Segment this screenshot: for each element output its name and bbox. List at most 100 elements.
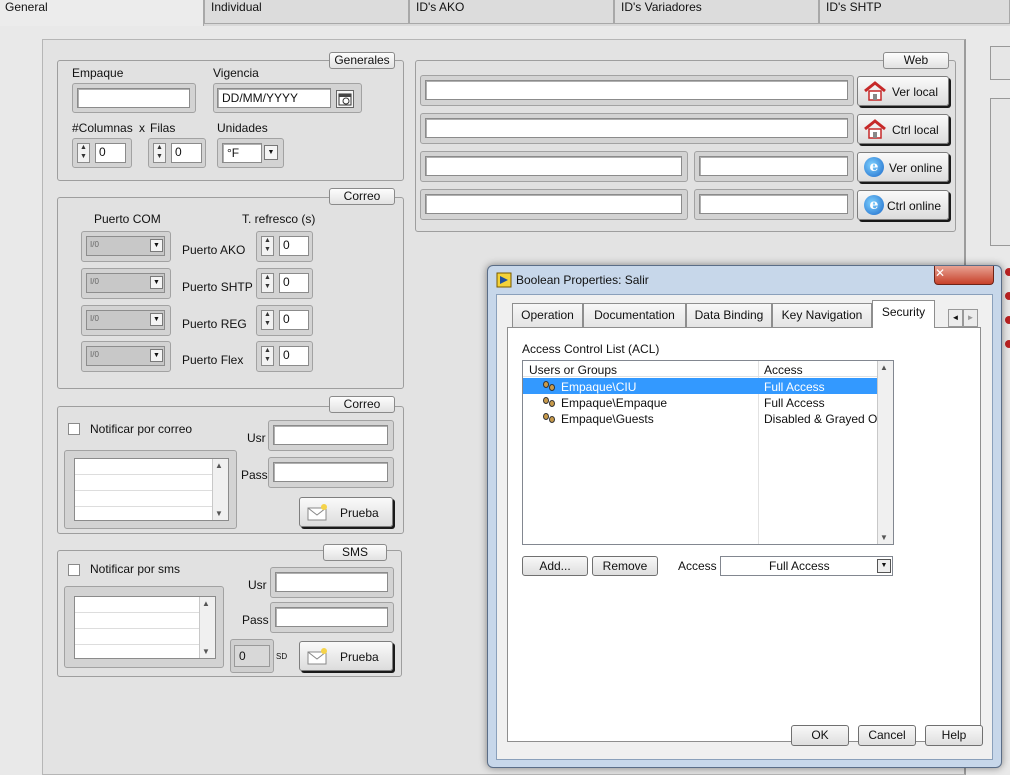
access-select[interactable]: Full Access ▼ bbox=[720, 556, 893, 576]
spin-up-icon[interactable]: ▲ bbox=[262, 311, 273, 320]
sms-usr-input[interactable] bbox=[275, 572, 388, 592]
spin-down-icon[interactable]: ▼ bbox=[154, 153, 165, 162]
correo-prueba-button[interactable]: Prueba bbox=[299, 497, 393, 527]
spin-up-icon[interactable]: ▲ bbox=[154, 144, 165, 153]
spin-up-icon[interactable]: ▲ bbox=[262, 237, 273, 246]
acl-list[interactable]: Users or Groups Access Empaque\CIU Full … bbox=[522, 360, 894, 545]
com-select-reg[interactable]: I/0 ▼ bbox=[86, 310, 165, 330]
scroll-down-icon[interactable]: ▼ bbox=[215, 509, 223, 518]
dialog-tab-security[interactable]: Security bbox=[872, 300, 935, 328]
add-button[interactable]: Add... bbox=[522, 556, 588, 576]
acl-row-access: Full Access bbox=[764, 380, 825, 394]
tab-individual-label: Individual bbox=[211, 0, 262, 14]
tab-general[interactable]: General bbox=[0, 0, 204, 26]
web-port4-input[interactable] bbox=[699, 194, 848, 214]
refresco-spinner-ako[interactable]: ▲ ▼ bbox=[261, 236, 274, 256]
columnas-spinner[interactable]: ▲ ▼ bbox=[77, 143, 90, 163]
scroll-up-icon[interactable]: ▲ bbox=[880, 363, 888, 372]
spin-up-icon[interactable]: ▲ bbox=[78, 144, 89, 153]
web-url1-input[interactable] bbox=[425, 80, 848, 100]
sms-recipients-list[interactable]: ▲ ▼ bbox=[74, 596, 216, 659]
web-url4-input[interactable] bbox=[425, 194, 682, 214]
close-icon[interactable]: ✕ bbox=[934, 266, 994, 285]
com-select-flex[interactable]: I/0 ▼ bbox=[86, 346, 165, 366]
spin-down-icon[interactable]: ▼ bbox=[78, 153, 89, 162]
dialog-tab-operation[interactable]: Operation bbox=[512, 303, 583, 327]
dialog-tab-key-navigation[interactable]: Key Navigation bbox=[772, 303, 872, 327]
correo-pass-input[interactable] bbox=[273, 462, 388, 482]
acl-row[interactable]: Empaque\CIU Full Access bbox=[523, 378, 877, 394]
scroll-up-icon[interactable]: ▲ bbox=[202, 599, 210, 608]
led-indicator bbox=[1005, 268, 1010, 276]
dialog-tab-data-binding[interactable]: Data Binding bbox=[686, 303, 772, 327]
web-url2-input[interactable] bbox=[425, 118, 848, 138]
chevron-down-icon[interactable]: ▼ bbox=[150, 313, 163, 326]
acl-row[interactable]: Empaque\Guests Disabled & Grayed O bbox=[523, 410, 877, 426]
refresco-spinner-shtp[interactable]: ▲ ▼ bbox=[261, 273, 274, 293]
spin-down-icon[interactable]: ▼ bbox=[262, 283, 273, 292]
dialog-tab-documentation[interactable]: Documentation bbox=[583, 303, 686, 327]
correo-recipients-list[interactable]: ▲ ▼ bbox=[74, 458, 229, 521]
ctrl-local-button[interactable]: Ctrl local bbox=[857, 114, 949, 144]
tab-scroll-right-icon[interactable]: ► bbox=[963, 309, 978, 327]
scroll-down-icon[interactable]: ▼ bbox=[880, 533, 888, 542]
ok-button[interactable]: OK bbox=[791, 725, 849, 746]
list-scrollbar[interactable]: ▲ ▼ bbox=[212, 459, 228, 520]
ver-online-button[interactable]: e Ver online bbox=[857, 152, 949, 182]
spin-up-icon[interactable]: ▲ bbox=[262, 347, 273, 356]
notificar-correo-checkbox[interactable] bbox=[68, 423, 80, 435]
chevron-down-icon[interactable]: ▼ bbox=[877, 559, 891, 573]
spin-down-icon[interactable]: ▼ bbox=[262, 246, 273, 255]
refresco-input-reg[interactable]: 0 bbox=[279, 310, 309, 330]
sms-prueba-button[interactable]: Prueba bbox=[299, 641, 393, 671]
acl-row-access: Disabled & Grayed O bbox=[764, 412, 877, 426]
scroll-down-icon[interactable]: ▼ bbox=[202, 647, 210, 656]
remove-button[interactable]: Remove bbox=[592, 556, 658, 576]
chevron-down-icon[interactable]: ▼ bbox=[150, 276, 163, 289]
notificar-sms-checkbox[interactable] bbox=[68, 564, 80, 576]
filas-input[interactable]: 0 bbox=[171, 143, 202, 163]
list-scrollbar[interactable]: ▲ ▼ bbox=[199, 597, 215, 658]
acl-row[interactable]: Empaque\Empaque Full Access bbox=[523, 394, 877, 410]
web-url3-input[interactable] bbox=[425, 156, 682, 176]
correo-usr-input[interactable] bbox=[273, 425, 388, 445]
empaque-input[interactable] bbox=[77, 88, 190, 108]
sms-pass-input[interactable] bbox=[275, 607, 388, 627]
spin-up-icon[interactable]: ▲ bbox=[262, 274, 273, 283]
home-icon bbox=[864, 119, 886, 139]
ver-local-button[interactable]: Ver local bbox=[857, 76, 949, 106]
tab-ids-ako[interactable]: ID's AKO bbox=[409, 0, 614, 24]
refresco-input-shtp[interactable]: 0 bbox=[279, 273, 309, 293]
web-port3-input[interactable] bbox=[699, 156, 848, 176]
tab-individual[interactable]: Individual bbox=[204, 0, 409, 24]
led-indicator bbox=[1005, 292, 1010, 300]
group-icon bbox=[543, 411, 558, 425]
refresco-input-ako[interactable]: 0 bbox=[279, 236, 309, 256]
chevron-down-icon[interactable]: ▼ bbox=[264, 145, 278, 160]
scroll-up-icon[interactable]: ▲ bbox=[215, 461, 223, 470]
refresco-spinner-reg[interactable]: ▲ ▼ bbox=[261, 310, 274, 330]
vigencia-input[interactable]: DD/MM/YYYY bbox=[217, 88, 331, 108]
acl-scrollbar[interactable]: ▲ ▼ bbox=[877, 361, 893, 544]
spin-down-icon[interactable]: ▼ bbox=[262, 356, 273, 365]
chevron-down-icon[interactable]: ▼ bbox=[150, 239, 163, 252]
refresco-spinner-flex[interactable]: ▲ ▼ bbox=[261, 346, 274, 366]
refresco-input-flex[interactable]: 0 bbox=[279, 346, 309, 366]
help-button[interactable]: Help bbox=[925, 725, 983, 746]
cancel-button[interactable]: Cancel bbox=[858, 725, 916, 746]
spin-down-icon[interactable]: ▼ bbox=[262, 320, 273, 329]
io-icon: I/0 bbox=[90, 277, 99, 286]
calendar-icon[interactable] bbox=[336, 90, 354, 108]
chevron-down-icon[interactable]: ▼ bbox=[150, 349, 163, 362]
com-select-ako[interactable]: I/0 ▼ bbox=[86, 236, 165, 256]
unidades-value: °F bbox=[227, 146, 240, 160]
columnas-input[interactable]: 0 bbox=[95, 143, 126, 163]
unidades-select[interactable]: °F bbox=[222, 143, 262, 163]
ctrl-online-button[interactable]: e Ctrl online bbox=[857, 190, 949, 220]
com-select-shtp[interactable]: I/0 ▼ bbox=[86, 273, 165, 293]
tab-ids-variadores[interactable]: ID's Variadores bbox=[614, 0, 819, 24]
tab-ids-shtp[interactable]: ID's SHTP bbox=[819, 0, 1010, 24]
tab-scroll-left-icon[interactable]: ◄ bbox=[948, 309, 963, 327]
filas-spinner[interactable]: ▲ ▼ bbox=[153, 143, 166, 163]
io-icon: I/0 bbox=[90, 314, 99, 323]
